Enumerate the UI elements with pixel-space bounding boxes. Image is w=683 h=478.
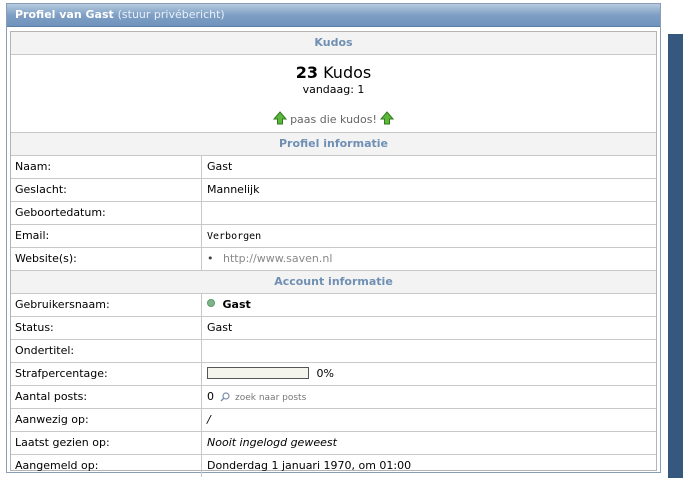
green-up-arrow-icon[interactable] [272, 111, 287, 125]
row-label: Status: [11, 317, 202, 339]
row-value: Gast [207, 321, 233, 334]
row-value: • http://www.saven.nl [202, 248, 656, 270]
table-row: Geboortedatum: [11, 202, 656, 225]
table-row: Website(s): • http://www.saven.nl [11, 248, 656, 271]
table-row: Naam: Gast [11, 156, 656, 179]
row-label: Aanwezig op: [11, 409, 202, 431]
online-status-icon [207, 299, 215, 307]
bullet-icon: • [207, 252, 214, 265]
row-value: Gast [202, 294, 656, 316]
row-value [202, 202, 656, 224]
kudos-box: 23 Kudos vandaag: 1 paas die kudos! [11, 55, 656, 133]
panel-titlebar: Profiel van Gast (stuur privébericht) [7, 4, 660, 27]
row-value: 0 zoek naar posts [202, 386, 656, 408]
table-row: Strafpercentage: 0% [11, 363, 656, 386]
profile-table: Kudos 23 Kudos vandaag: 1 paas die kudos… [10, 31, 657, 477]
row-label: Aantal posts: [11, 386, 202, 408]
table-row: Email: Verborgen [11, 225, 656, 248]
table-row: Laatst gezien op: Nooit ingelogd geweest [11, 432, 656, 455]
row-value: 0% [202, 363, 656, 385]
row-label: Email: [11, 225, 202, 247]
green-up-arrow-icon[interactable] [380, 111, 395, 125]
kudos-label: Kudos [323, 63, 372, 82]
table-row: Aanwezig op: / [11, 409, 656, 432]
kudos-total: 23 Kudos [11, 55, 656, 82]
website-link[interactable]: http://www.saven.nl [223, 252, 332, 265]
table-row: Aangemeld op: Donderdag 1 januari 1970, … [11, 455, 656, 477]
table-row: Aantal posts: 0 zoek naar posts [11, 386, 656, 409]
row-value: Mannelijk [207, 183, 260, 196]
search-posts-link[interactable]: zoek naar posts [235, 393, 306, 403]
profile-panel: Profiel van Gast (stuur privébericht) Ku… [6, 3, 661, 477]
table-row: Ondertitel: [11, 340, 656, 363]
search-icon[interactable] [220, 392, 230, 402]
row-label: Website(s): [11, 248, 202, 270]
account-info-header: Account informatie [11, 271, 656, 294]
row-label: Laatst gezien op: [11, 432, 202, 454]
row-label: Strafpercentage: [11, 363, 202, 385]
row-label: Ondertitel: [11, 340, 202, 362]
table-row: Gebruikersnaam: Gast [11, 294, 656, 317]
kudos-today: vandaag: 1 [302, 83, 365, 96]
row-value: Gast [207, 160, 233, 173]
post-count: 0 [207, 390, 214, 403]
profile-info-header: Profiel informatie [11, 133, 656, 156]
penalty-percentage: 0% [316, 367, 334, 380]
table-row: Status: Gast [11, 317, 656, 340]
penalty-progress-bar [207, 367, 309, 379]
row-label: Gebruikersnaam: [11, 294, 202, 316]
pass-kudos-label[interactable]: paas die kudos! [290, 113, 377, 126]
pass-kudos[interactable]: paas die kudos! [11, 111, 656, 126]
row-label: Aangemeld op: [11, 455, 202, 477]
kudos-header: Kudos [11, 32, 656, 55]
panel-title: Profiel van Gast [15, 8, 114, 21]
username-value: Gast [222, 298, 251, 311]
row-label: Naam: [11, 156, 202, 178]
row-value: Donderdag 1 januari 1970, om 01:00 [207, 459, 412, 472]
page-side-strip [664, 0, 683, 478]
row-label: Geboortedatum: [11, 202, 202, 224]
table-row: Geslacht: Mannelijk [11, 179, 656, 202]
email-value: Verborgen [207, 228, 552, 246]
row-value [202, 340, 656, 362]
row-value: Verborgen [202, 225, 656, 247]
private-message-link[interactable]: (stuur privébericht) [118, 8, 225, 21]
kudos-count: 23 [295, 63, 319, 82]
row-label: Geslacht: [11, 179, 202, 201]
row-value: Nooit ingelogd geweest [207, 436, 337, 449]
side-strip-blue [668, 34, 683, 478]
row-value: / [207, 413, 211, 426]
